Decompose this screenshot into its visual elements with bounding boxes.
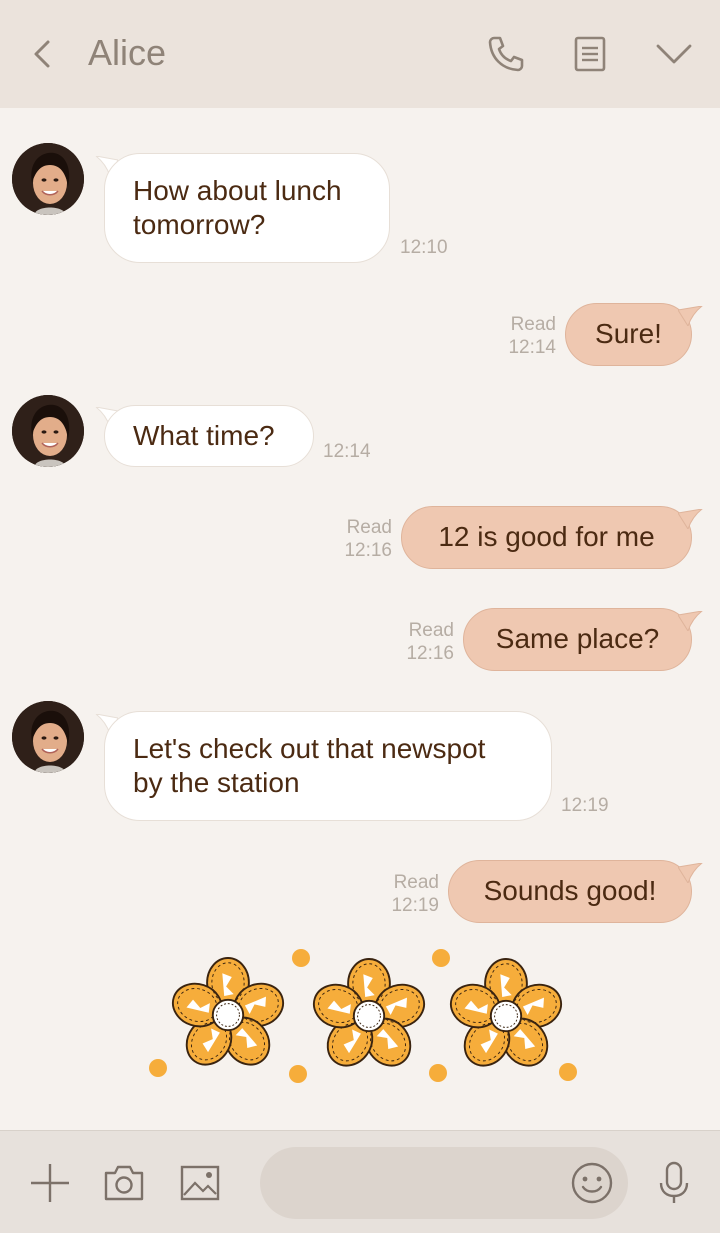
bubble-tail: [678, 611, 703, 631]
read-label: Read: [408, 620, 454, 641]
message-bubble-incoming[interactable]: How about lunch tomorrow?: [104, 153, 390, 263]
message-time: 12:16: [344, 540, 392, 561]
plus-icon[interactable]: [28, 1161, 72, 1205]
message-bubble-outgoing[interactable]: Sure!: [565, 303, 692, 366]
message-time: 12:19: [391, 895, 439, 916]
contact-photo: [12, 395, 84, 467]
message-time: 12:19: [561, 795, 609, 816]
contact-photo: [12, 143, 84, 215]
message-bubble-outgoing[interactable]: 12 is good for me: [401, 506, 692, 569]
read-receipt: Read 12:14: [500, 313, 556, 359]
orange-flowers-sticker[interactable]: [140, 938, 600, 1108]
bubble-tail: [678, 863, 703, 883]
bubble-tail: [678, 306, 703, 326]
message-time: 12:14: [323, 441, 371, 462]
microphone-icon[interactable]: [652, 1161, 696, 1205]
message-bubble-outgoing[interactable]: Same place?: [463, 608, 692, 671]
read-label: Read: [510, 314, 556, 335]
message-time: 12:14: [508, 337, 556, 358]
message-list[interactable]: How about lunch tomorrow? 12:10 Read 12:…: [0, 108, 720, 1130]
read-label: Read: [393, 872, 439, 893]
message-time: 12:10: [400, 237, 448, 258]
read-receipt: Read 12:16: [336, 516, 392, 562]
image-icon[interactable]: [178, 1161, 222, 1205]
read-receipt: Read 12:19: [383, 871, 439, 917]
notes-icon[interactable]: [566, 30, 614, 78]
phone-icon[interactable]: [482, 30, 530, 78]
contact-photo: [12, 701, 84, 773]
chevron-down-icon[interactable]: [650, 30, 698, 78]
message-bubble-outgoing[interactable]: Sounds good!: [448, 860, 692, 923]
message-bubble-incoming[interactable]: Let's check out that newspot by the stat…: [104, 711, 552, 821]
message-time: 12:16: [406, 643, 454, 664]
emoji-icon[interactable]: [570, 1161, 614, 1205]
back-icon[interactable]: [26, 36, 58, 72]
read-receipt: Read 12:16: [398, 619, 454, 665]
read-label: Read: [346, 517, 392, 538]
message-composer: [0, 1130, 720, 1233]
bubble-tail: [678, 509, 703, 529]
message-bubble-incoming[interactable]: What time?: [104, 405, 314, 467]
chat-title: Alice: [88, 32, 167, 73]
camera-icon[interactable]: [102, 1161, 146, 1205]
avatar[interactable]: [12, 395, 84, 467]
avatar[interactable]: [12, 143, 84, 215]
avatar[interactable]: [12, 701, 84, 773]
chat-header: Alice: [0, 0, 720, 108]
